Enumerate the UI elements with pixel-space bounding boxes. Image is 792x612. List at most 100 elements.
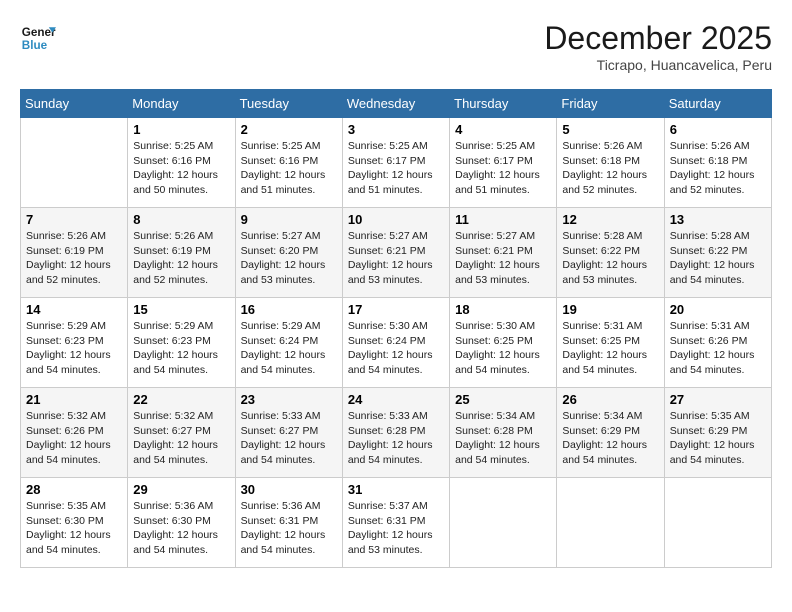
day-info: Sunrise: 5:26 AM Sunset: 6:18 PM Dayligh…	[670, 139, 766, 198]
week-row-1: 1 Sunrise: 5:25 AM Sunset: 6:16 PM Daylig…	[21, 118, 772, 208]
week-row-2: 7 Sunrise: 5:26 AM Sunset: 6:19 PM Daylig…	[21, 208, 772, 298]
day-number: 27	[670, 392, 766, 407]
header-monday: Monday	[128, 90, 235, 118]
calendar-cell: 30Sunrise: 5:36 AM Sunset: 6:31 PM Dayli…	[235, 478, 342, 568]
calendar-cell: 25Sunrise: 5:34 AM Sunset: 6:28 PM Dayli…	[450, 388, 557, 478]
week-row-3: 14 Sunrise: 5:29 AM Sunset: 6:23 PM Dayli…	[21, 298, 772, 388]
calendar-cell: 15 Sunrise: 5:29 AM Sunset: 6:23 PM Dayli…	[128, 298, 235, 388]
title-area: December 2025 Ticrapo, Huancavelica, Per…	[544, 20, 772, 73]
day-number: 4	[455, 122, 551, 137]
calendar-cell: 28 Sunrise: 5:35 AM Sunset: 6:30 PM Dayli…	[21, 478, 128, 568]
header-saturday: Saturday	[664, 90, 771, 118]
day-info: Sunrise: 5:33 AM Sunset: 6:28 PM Dayligh…	[348, 409, 444, 468]
day-info: Sunrise: 5:31 AM Sunset: 6:25 PM Dayligh…	[562, 319, 658, 378]
calendar-cell: 17Sunrise: 5:30 AM Sunset: 6:24 PM Dayli…	[342, 298, 449, 388]
svg-text:Blue: Blue	[22, 39, 48, 52]
calendar-cell: 1 Sunrise: 5:25 AM Sunset: 6:16 PM Daylig…	[128, 118, 235, 208]
calendar-cell: 27 Sunrise: 5:35 AM Sunset: 6:29 PM Dayli…	[664, 388, 771, 478]
day-info: Sunrise: 5:36 AM Sunset: 6:30 PM Dayligh…	[133, 499, 229, 558]
day-info: Sunrise: 5:26 AM Sunset: 6:19 PM Dayligh…	[133, 229, 229, 288]
day-number: 21	[26, 392, 122, 407]
day-info: Sunrise: 5:34 AM Sunset: 6:28 PM Dayligh…	[455, 409, 551, 468]
day-info: Sunrise: 5:25 AM Sunset: 6:16 PM Dayligh…	[133, 139, 229, 198]
header-friday: Friday	[557, 90, 664, 118]
calendar-cell: 21 Sunrise: 5:32 AM Sunset: 6:26 PM Dayli…	[21, 388, 128, 478]
day-info: Sunrise: 5:26 AM Sunset: 6:18 PM Dayligh…	[562, 139, 658, 198]
calendar-cell: 22Sunrise: 5:32 AM Sunset: 6:27 PM Dayli…	[128, 388, 235, 478]
day-number: 31	[348, 482, 444, 497]
week-row-5: 28 Sunrise: 5:35 AM Sunset: 6:30 PM Dayli…	[21, 478, 772, 568]
day-info: Sunrise: 5:34 AM Sunset: 6:29 PM Dayligh…	[562, 409, 658, 468]
calendar-cell: 14 Sunrise: 5:29 AM Sunset: 6:23 PM Dayli…	[21, 298, 128, 388]
day-number: 23	[241, 392, 337, 407]
day-number: 16	[241, 302, 337, 317]
calendar-cell: 29 Sunrise: 5:36 AM Sunset: 6:30 PM Dayli…	[128, 478, 235, 568]
day-number: 5	[562, 122, 658, 137]
day-info: Sunrise: 5:27 AM Sunset: 6:21 PM Dayligh…	[455, 229, 551, 288]
day-number: 10	[348, 212, 444, 227]
calendar-cell	[557, 478, 664, 568]
day-number: 20	[670, 302, 766, 317]
day-info: Sunrise: 5:32 AM Sunset: 6:26 PM Dayligh…	[26, 409, 122, 468]
day-number: 7	[26, 212, 122, 227]
day-info: Sunrise: 5:27 AM Sunset: 6:20 PM Dayligh…	[241, 229, 337, 288]
calendar-cell	[664, 478, 771, 568]
calendar-cell	[21, 118, 128, 208]
day-info: Sunrise: 5:29 AM Sunset: 6:24 PM Dayligh…	[241, 319, 337, 378]
day-info: Sunrise: 5:28 AM Sunset: 6:22 PM Dayligh…	[562, 229, 658, 288]
calendar-cell: 13Sunrise: 5:28 AM Sunset: 6:22 PM Dayli…	[664, 208, 771, 298]
day-number: 11	[455, 212, 551, 227]
calendar-cell: 18Sunrise: 5:30 AM Sunset: 6:25 PM Dayli…	[450, 298, 557, 388]
day-number: 19	[562, 302, 658, 317]
day-number: 15	[133, 302, 229, 317]
logo: General Blue	[20, 20, 56, 56]
day-info: Sunrise: 5:31 AM Sunset: 6:26 PM Dayligh…	[670, 319, 766, 378]
day-number: 24	[348, 392, 444, 407]
day-info: Sunrise: 5:35 AM Sunset: 6:30 PM Dayligh…	[26, 499, 122, 558]
day-info: Sunrise: 5:30 AM Sunset: 6:25 PM Dayligh…	[455, 319, 551, 378]
day-number: 8	[133, 212, 229, 227]
calendar-cell: 31 Sunrise: 5:37 AM Sunset: 6:31 PM Dayli…	[342, 478, 449, 568]
day-info: Sunrise: 5:25 AM Sunset: 6:17 PM Dayligh…	[455, 139, 551, 198]
day-number: 6	[670, 122, 766, 137]
day-number: 30	[241, 482, 337, 497]
day-info: Sunrise: 5:35 AM Sunset: 6:29 PM Dayligh…	[670, 409, 766, 468]
day-number: 22	[133, 392, 229, 407]
location-title: Ticrapo, Huancavelica, Peru	[544, 57, 772, 73]
calendar-cell: 8 Sunrise: 5:26 AM Sunset: 6:19 PM Daylig…	[128, 208, 235, 298]
day-number: 2	[241, 122, 337, 137]
header-wednesday: Wednesday	[342, 90, 449, 118]
page-header: General Blue December 2025 Ticrapo, Huan…	[20, 20, 772, 73]
day-number: 29	[133, 482, 229, 497]
header-row: Sunday Monday Tuesday Wednesday Thursday…	[21, 90, 772, 118]
day-number: 28	[26, 482, 122, 497]
day-info: Sunrise: 5:25 AM Sunset: 6:16 PM Dayligh…	[241, 139, 337, 198]
day-number: 26	[562, 392, 658, 407]
calendar-table: Sunday Monday Tuesday Wednesday Thursday…	[20, 89, 772, 568]
day-number: 17	[348, 302, 444, 317]
header-sunday: Sunday	[21, 90, 128, 118]
calendar-cell: 4 Sunrise: 5:25 AM Sunset: 6:17 PM Daylig…	[450, 118, 557, 208]
day-info: Sunrise: 5:33 AM Sunset: 6:27 PM Dayligh…	[241, 409, 337, 468]
calendar-cell: 6 Sunrise: 5:26 AM Sunset: 6:18 PM Daylig…	[664, 118, 771, 208]
day-number: 12	[562, 212, 658, 227]
day-info: Sunrise: 5:29 AM Sunset: 6:23 PM Dayligh…	[26, 319, 122, 378]
calendar-cell: 3Sunrise: 5:25 AM Sunset: 6:17 PM Daylig…	[342, 118, 449, 208]
day-number: 14	[26, 302, 122, 317]
day-info: Sunrise: 5:28 AM Sunset: 6:22 PM Dayligh…	[670, 229, 766, 288]
calendar-cell: 7 Sunrise: 5:26 AM Sunset: 6:19 PM Daylig…	[21, 208, 128, 298]
calendar-cell: 2 Sunrise: 5:25 AM Sunset: 6:16 PM Daylig…	[235, 118, 342, 208]
day-number: 9	[241, 212, 337, 227]
day-info: Sunrise: 5:29 AM Sunset: 6:23 PM Dayligh…	[133, 319, 229, 378]
calendar-cell: 11 Sunrise: 5:27 AM Sunset: 6:21 PM Dayli…	[450, 208, 557, 298]
day-info: Sunrise: 5:27 AM Sunset: 6:21 PM Dayligh…	[348, 229, 444, 288]
calendar-cell: 16 Sunrise: 5:29 AM Sunset: 6:24 PM Dayli…	[235, 298, 342, 388]
day-info: Sunrise: 5:37 AM Sunset: 6:31 PM Dayligh…	[348, 499, 444, 558]
day-number: 1	[133, 122, 229, 137]
calendar-cell: 24 Sunrise: 5:33 AM Sunset: 6:28 PM Dayli…	[342, 388, 449, 478]
header-thursday: Thursday	[450, 90, 557, 118]
day-info: Sunrise: 5:26 AM Sunset: 6:19 PM Dayligh…	[26, 229, 122, 288]
header-tuesday: Tuesday	[235, 90, 342, 118]
calendar-cell: 19 Sunrise: 5:31 AM Sunset: 6:25 PM Dayli…	[557, 298, 664, 388]
month-title: December 2025	[544, 20, 772, 57]
